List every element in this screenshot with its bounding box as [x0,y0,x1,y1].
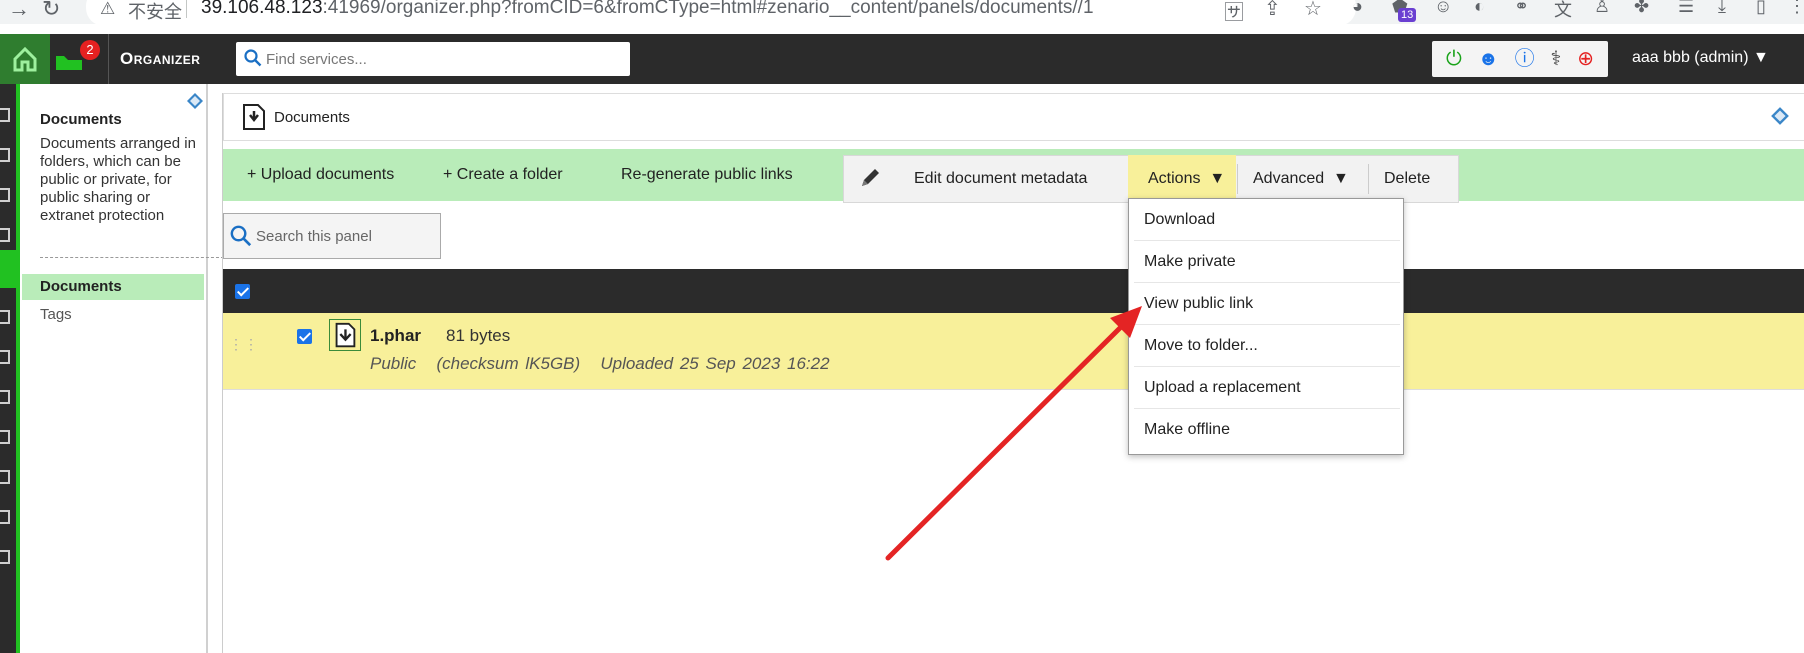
rail-media-icon[interactable] [0,390,10,404]
help-lifebuoy-icon[interactable]: ⊕ [1577,49,1594,69]
menu-item-download[interactable]: Download [1134,199,1400,241]
panel-search[interactable] [223,213,441,259]
rail-page-icon[interactable] [0,148,10,162]
menu-item-view-public-link[interactable]: View public link [1134,283,1400,325]
download-icon[interactable]: ⤓ [1718,0,1726,17]
extension-translate-icon[interactable]: 文 [1554,0,1572,22]
extension-person-icon[interactable]: ♙ [1594,0,1610,17]
translate-icon[interactable]: 🈂 [1224,0,1244,25]
rail-up-icon[interactable] [0,108,10,122]
nav-description: Documents arranged in folders, which can… [40,135,196,224]
bookmark-star-icon[interactable]: ☆ [1304,0,1322,21]
breadcrumb: Documents [223,93,1804,141]
panel-help-gem-icon[interactable] [186,92,204,110]
rail-person-icon[interactable] [0,310,10,324]
nav-divider [40,257,224,258]
side-panel-icon[interactable]: ▯ [1756,0,1766,17]
extension-badge: 13 [1398,8,1417,22]
menu-item-upload-replacement[interactable]: Upload a replacement [1134,367,1400,409]
menu-item-make-offline[interactable]: Make offline [1134,409,1400,451]
regenerate-public-links-button[interactable]: Re-generate public links [621,149,793,201]
pencil-icon [862,169,879,186]
insecure-label: 不安全 [128,2,182,22]
left-icon-rail [0,84,20,653]
organizer-topbar: 2 Organizer ⏻ ☻ ⓘ ⚕ ⊕ aaa bbb (admin) ▼ [0,34,1804,84]
find-services-input[interactable] [266,42,626,76]
toolbar-separator [1368,164,1369,194]
menu-item-move-to-folder[interactable]: Move to folder... [1134,325,1400,367]
breadcrumb-help-gem-icon[interactable] [1770,106,1790,126]
extension-s-icon[interactable]: ◐ [1474,0,1485,17]
address-separator [186,0,187,18]
document-icon [243,104,265,130]
menu-icon[interactable]: ⋮ [1788,0,1804,17]
search-icon [244,49,262,67]
rail-menu-icon[interactable] [0,188,10,202]
extension-link-icon[interactable]: ⚭ [1514,0,1529,17]
user-support-icon[interactable]: ☻ [1478,49,1499,69]
menu-item-make-private[interactable]: Make private [1134,241,1400,283]
table-row[interactable]: ⋮⋮ 1.phar 81 bytes Public (checksum lK5G… [223,313,1804,390]
share-icon[interactable]: ⇪ [1264,0,1281,21]
panel-toolbar: + Upload documents + Create a folder Re-… [223,149,1804,203]
nav-heading: Documents [40,111,122,128]
reading-list-icon[interactable]: ☰ [1678,0,1694,17]
rail-globe-icon[interactable] [0,510,10,524]
select-all-checkbox[interactable] [235,284,250,299]
organizer-brand: Organizer [120,49,201,68]
rail-file-icon[interactable] [0,430,10,444]
info-icon[interactable]: ⓘ [1515,49,1535,69]
documents-main-panel: Documents + Upload documents + Create a … [222,93,1804,653]
extensions-puzzle-icon[interactable]: ✤ [1634,0,1649,17]
extension-face-icon[interactable]: ☺ [1434,0,1452,17]
rail-box-icon[interactable] [0,470,10,484]
nav-item-tags[interactable]: Tags [40,306,72,323]
row-checkbox[interactable] [297,329,312,344]
rail-tag-icon[interactable] [0,350,10,364]
brand-divider [108,34,109,84]
browser-toolbar: → ↻ ⚠ 不安全 39.106.48.123:41969/organizer.… [0,0,1804,26]
table-header [223,269,1804,313]
actions-dropdown-menu: Download Make private View public link M… [1128,198,1404,455]
selection-actions-group: Edit document metadata Actions ▼ Advance… [843,155,1459,203]
search-icon [230,225,252,247]
rail-layout-icon[interactable] [0,228,10,242]
page-title: Documents [274,109,350,126]
admin-tool-strip: ⏻ ☻ ⓘ ⚕ ⊕ [1432,41,1608,77]
create-folder-button[interactable]: + Create a folder [443,149,563,201]
nav-item-documents[interactable]: Documents [22,274,204,300]
notification-badge[interactable]: 2 [80,40,100,60]
file-size: 81 bytes [446,326,511,345]
address-bar[interactable]: ⚠ 不安全 39.106.48.123:41969/organizer.php?… [86,0,1356,26]
reload-icon[interactable]: ↻ [42,0,60,22]
file-meta: Public (checksum lK5GB) Uploaded 25 Sep … [370,354,830,373]
rail-settings-icon[interactable] [0,550,10,564]
toolbar-separator [1237,164,1238,194]
url-text[interactable]: 39.106.48.123:41969/organizer.php?fromCI… [201,0,1094,19]
user-menu[interactable]: aaa bbb (admin) ▼ [1632,49,1769,67]
url-host: 39.106.48.123 [201,0,323,18]
diagnostics-stethoscope-icon[interactable]: ⚕ [1551,49,1562,69]
home-icon [13,46,37,72]
file-name: 1.phar [370,326,422,345]
find-services-search[interactable] [236,42,630,76]
file-document-icon [329,319,361,351]
warning-icon: ⚠ [100,0,116,18]
rail-documents-active-icon[interactable] [0,250,16,288]
extension-globe-icon[interactable]: ◕ [1352,0,1363,17]
panel-search-input[interactable] [256,214,436,258]
documents-nav-panel: Documents Documents arranged in folders,… [20,84,224,653]
forward-icon[interactable]: → [8,0,30,22]
drag-handle-icon[interactable]: ⋮⋮ [229,337,259,351]
url-path: :41969/organizer.php?fromCID=6&fromCType… [322,0,1094,18]
edit-metadata-button[interactable]: Edit document metadata [914,153,1087,205]
power-icon[interactable]: ⏻ [1446,49,1462,69]
home-button[interactable] [0,34,50,84]
upload-documents-button[interactable]: + Upload documents [247,149,394,201]
